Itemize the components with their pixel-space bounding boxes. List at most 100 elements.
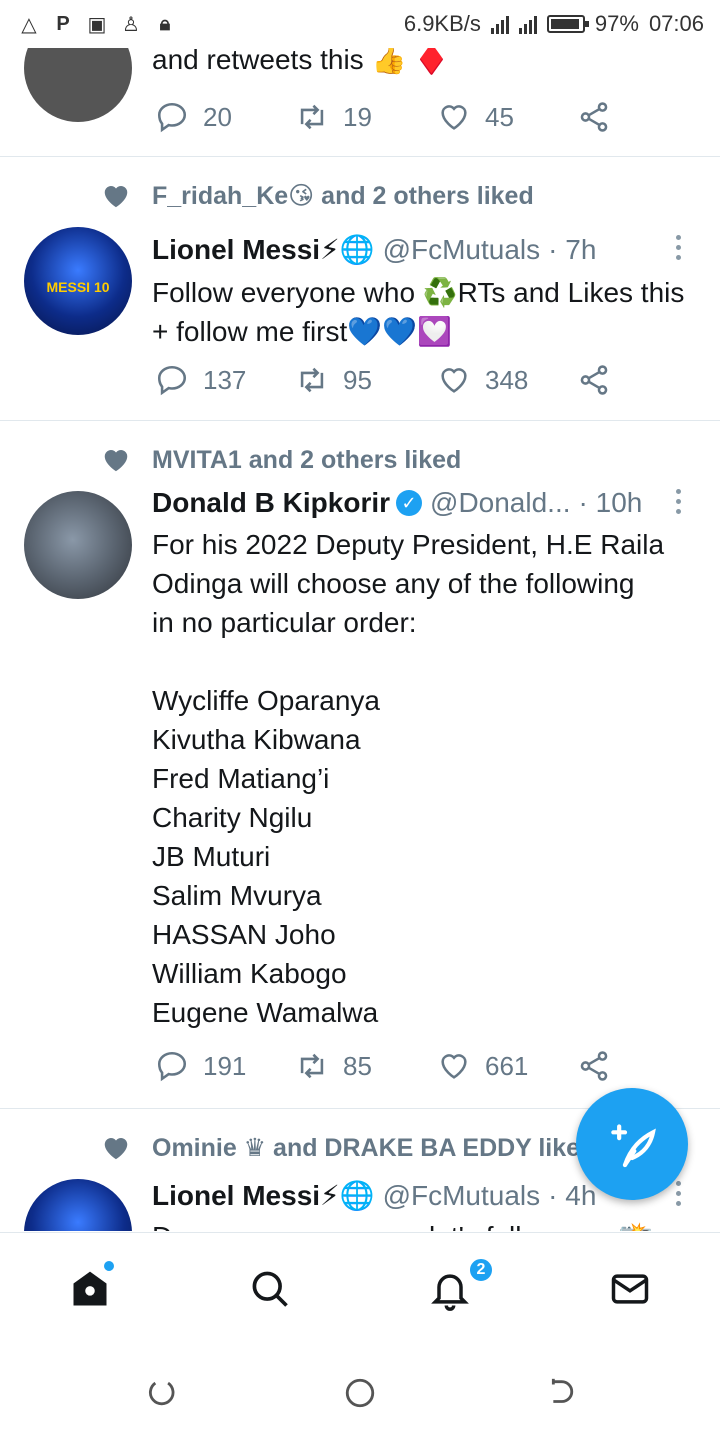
share-button[interactable] <box>577 363 611 397</box>
notifications-badge: 2 <box>468 1257 494 1283</box>
clock: 07:06 <box>648 11 704 36</box>
heart-icon <box>441 1054 467 1079</box>
tweet-body: Drop your usernames let's follow you 📸 <box>152 1217 690 1231</box>
retweet-button[interactable]: 85 <box>295 1049 372 1083</box>
more-options-icon[interactable] <box>676 489 684 514</box>
retweet-count: 95 <box>343 364 372 395</box>
share-icon <box>580 365 608 395</box>
more-options-icon[interactable] <box>676 1181 684 1206</box>
timeline-feed[interactable]: and retweets this 👍 ♦️ 20 19 45 F_ridah_… <box>0 48 720 1231</box>
mail-icon <box>611 1274 649 1304</box>
new-content-dot <box>104 1261 114 1271</box>
retweet-button[interactable]: 95 <box>295 363 372 397</box>
tweet-body: For his 2022 Deputy President, H.E Raila… <box>152 529 665 1028</box>
share-icon <box>580 1051 608 1081</box>
avatar[interactable]: MESSI 10 <box>24 227 132 335</box>
retweet-icon <box>300 104 324 130</box>
retweet-button[interactable]: 19 <box>295 100 372 134</box>
social-context: Ominie ♛ and DRAKE BA EDDY liked <box>100 1133 595 1163</box>
verified-badge-icon: ✓ <box>396 490 423 516</box>
heart-icon <box>441 368 467 393</box>
search-icon <box>252 1271 288 1307</box>
tweet[interactable]: and retweets this 👍 ♦️ 20 19 45 <box>0 48 720 157</box>
reply-button[interactable]: 137 <box>155 363 246 397</box>
like-count: 45 <box>485 101 514 132</box>
retweet-count: 19 <box>343 101 372 132</box>
retweet-icon <box>300 1053 324 1079</box>
username[interactable]: @FcMutuals <box>383 234 541 266</box>
notifications-tab[interactable]: 2 <box>428 1257 494 1311</box>
like-button[interactable]: 45 <box>437 100 514 134</box>
tweet-body: and retweets this 👍 ♦️ <box>152 48 449 75</box>
social-context-text: F_ridah_Ke😘 and 2 others liked <box>152 182 534 210</box>
username[interactable]: @FcMutuals <box>383 1180 541 1212</box>
lock-app-icon: ▣ <box>87 13 107 36</box>
share-icon <box>580 102 608 132</box>
bottom-navigation: 2 <box>0 1232 720 1344</box>
recent-apps-icon[interactable] <box>144 1376 178 1410</box>
display-name[interactable]: Lionel Messi⚡🌐 <box>152 233 375 266</box>
heart-filled-icon <box>104 1138 128 1160</box>
social-context: MVITA1 and 2 others liked <box>100 445 461 475</box>
lock-icon: 🔒︎ <box>159 12 171 35</box>
reply-count: 191 <box>203 1050 247 1081</box>
tweet-actions: 20 19 45 <box>155 100 625 136</box>
retweet-icon <box>300 367 324 393</box>
tweet-actions: 191 85 661 <box>155 1049 625 1085</box>
parking-icon: P <box>56 12 70 35</box>
triangle-icon: △ <box>21 13 37 36</box>
display-name[interactable]: Lionel Messi⚡🌐 <box>152 1179 375 1212</box>
home-icon <box>73 1271 107 1306</box>
more-options-icon[interactable] <box>676 235 684 260</box>
tweet-header: Lionel Messi⚡🌐 @FcMutuals · 7h <box>152 233 690 266</box>
like-count: 348 <box>485 364 529 395</box>
signal-icon <box>490 14 509 34</box>
battery-percent: 97% <box>594 11 639 36</box>
search-tab[interactable] <box>248 1267 292 1311</box>
network-speed: 6.9KB/s <box>403 11 481 36</box>
battery-icon <box>546 15 589 33</box>
home-button-icon[interactable] <box>343 1376 377 1410</box>
compose-tweet-button[interactable] <box>576 1088 688 1200</box>
retweet-count: 85 <box>343 1050 372 1081</box>
feather-plus-icon <box>611 1124 656 1168</box>
like-button[interactable]: 348 <box>437 363 528 397</box>
timestamp: · 10h <box>578 487 643 518</box>
status-right: 6.9KB/s 97% 07:06 <box>404 11 704 37</box>
heart-filled-icon <box>104 450 128 472</box>
reply-button[interactable]: 191 <box>155 1049 246 1083</box>
heart-filled-icon <box>104 186 128 208</box>
home-tab[interactable] <box>68 1261 114 1311</box>
avatar[interactable] <box>24 48 132 122</box>
timestamp: · 7h <box>548 233 597 265</box>
like-count: 661 <box>485 1050 529 1081</box>
share-button[interactable] <box>577 1049 611 1083</box>
username[interactable]: @Donald... <box>430 487 571 519</box>
reply-button[interactable]: 20 <box>155 100 232 134</box>
tweet-body: Follow everyone who ♻️RTs and Likes this… <box>152 277 693 347</box>
avatar[interactable] <box>24 491 132 599</box>
reply-count: 137 <box>203 364 247 395</box>
display-name[interactable]: Donald B Kipkorir <box>152 487 390 519</box>
like-button[interactable]: 661 <box>437 1049 528 1083</box>
status-bar: △ P ▣ ♙ 🔒︎ 6.9KB/s 97% 07:06 <box>0 0 720 48</box>
social-context-text: MVITA1 and 2 others liked <box>152 445 462 474</box>
back-icon[interactable] <box>542 1376 576 1410</box>
status-left-icons: △ P ▣ ♙ 🔒︎ <box>18 12 176 36</box>
share-button[interactable] <box>577 100 611 134</box>
social-context: F_ridah_Ke😘 and 2 others liked <box>100 181 534 211</box>
avatar[interactable] <box>24 1179 132 1231</box>
bell-icon <box>431 1274 469 1311</box>
tweet[interactable]: MVITA1 and 2 others liked Donald B Kipko… <box>0 421 720 1109</box>
system-navigation-bar <box>0 1344 720 1440</box>
tweet[interactable]: F_ridah_Ke😘 and 2 others liked MESSI 10 … <box>0 157 720 421</box>
tshirt-icon: ♙ <box>122 13 140 36</box>
social-context-text: Ominie ♛ and DRAKE BA EDDY liked <box>152 1134 596 1162</box>
tweet-header: Donald B Kipkorir ✓ @Donald... · 10h <box>152 487 690 519</box>
reply-icon <box>157 102 187 133</box>
reply-count: 20 <box>203 101 232 132</box>
messages-tab[interactable] <box>608 1267 652 1311</box>
timestamp: · 4h <box>548 1179 597 1211</box>
tweet-actions: 137 95 348 <box>155 363 625 399</box>
heart-icon <box>441 105 467 130</box>
